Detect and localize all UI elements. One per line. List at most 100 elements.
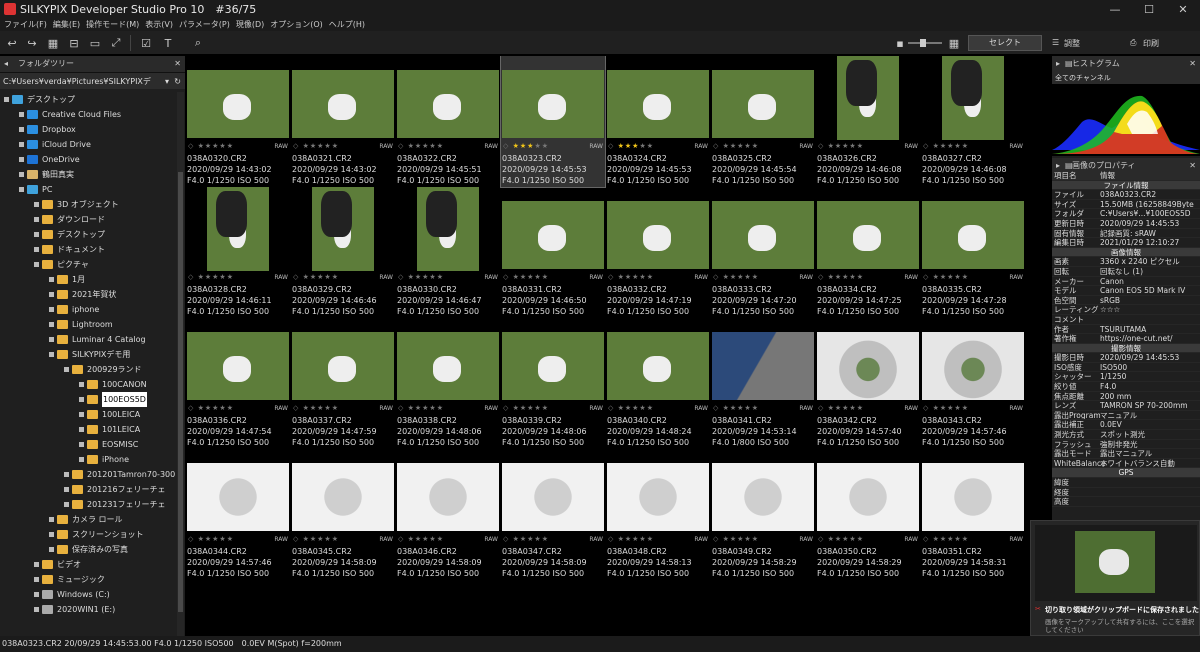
expand-toggle-icon[interactable] (34, 232, 39, 237)
expand-toggle-icon[interactable] (19, 112, 24, 117)
thumbnail-image[interactable] (187, 332, 289, 400)
expand-toggle-icon[interactable] (79, 412, 84, 417)
menu-file[interactable]: ファイル(F) (4, 18, 47, 31)
expand-toggle-icon[interactable] (64, 367, 69, 372)
thumbnail-image[interactable] (922, 332, 1024, 400)
thumbnail-cell[interactable]: ◇ ★★★★★ RAW 038A0338.CR2 2020/09/29 14:48:0… (396, 318, 500, 449)
rating-stars[interactable]: ◇ ★★★★★ (923, 273, 969, 281)
menu-mode[interactable]: 操作モード(M) (86, 18, 139, 31)
thumbnail-image[interactable] (397, 332, 499, 400)
expand-toggle-icon[interactable] (49, 532, 54, 537)
folder-tree-item[interactable]: iphone (49, 302, 99, 317)
rating-stars[interactable]: ◇ ★★★★★ (188, 535, 234, 543)
folder-tree-item[interactable]: Lightroom (49, 317, 113, 332)
rating-stars[interactable]: ◇ ★★★★★ (818, 404, 864, 412)
thumbnail-cell[interactable]: ◇ ★★★★★ RAW 038A0337.CR2 2020/09/29 14:47:5… (291, 318, 395, 449)
rating-stars[interactable]: ◇ ★★★★★ (608, 142, 654, 150)
rating-stars[interactable]: ◇ ★★★★★ (188, 404, 234, 412)
menu-help[interactable]: ヘルプ(H) (329, 18, 365, 31)
expand-toggle-icon[interactable] (19, 157, 24, 162)
channel-select[interactable]: 全てのチャンネル (1052, 72, 1200, 84)
rating-stars[interactable]: ◇ ★★★★★ (398, 142, 444, 150)
thumbnail-cell[interactable]: ◇ ★★★★★ RAW 038A0325.CR2 2020/09/29 14:45:5… (711, 56, 815, 187)
expand-toggle-icon[interactable] (49, 277, 54, 282)
collapse-icon[interactable]: ◂ (4, 56, 8, 72)
expand-icon[interactable]: ▸ (1056, 56, 1060, 72)
rating-stars[interactable]: ◇ ★★★★★ (293, 404, 339, 412)
rating-stars[interactable]: ◇ ★★★★★ (713, 273, 759, 281)
compare-view-icon[interactable]: ⊟ (66, 35, 82, 51)
rating-stars[interactable]: ◇ ★★★★★ (608, 404, 654, 412)
scrollbar-thumb[interactable] (178, 172, 183, 612)
expand-toggle-icon[interactable] (34, 217, 39, 222)
folder-tree-item[interactable]: ビデオ (34, 557, 81, 572)
folder-tree-item[interactable]: OneDrive (19, 152, 80, 167)
rating-stars[interactable]: ◇ ★★★★★ (713, 535, 759, 543)
slider-knob[interactable] (920, 39, 926, 47)
thumbnail-image[interactable] (607, 70, 709, 138)
path-dropdown-icon[interactable]: ▾ (165, 73, 169, 90)
print-icon[interactable]: ⎙ (1130, 38, 1136, 48)
folder-tree-item[interactable]: ドキュメント (34, 242, 105, 257)
thumbnail-image[interactable] (837, 56, 899, 140)
thumbnail-small-icon[interactable]: ▪ (892, 35, 908, 51)
expand-toggle-icon[interactable] (4, 97, 9, 102)
folder-tree-item[interactable]: 101LEICA (79, 422, 140, 437)
rating-stars[interactable]: ◇ ★★★★★ (818, 273, 864, 281)
expand-toggle-icon[interactable] (34, 247, 39, 252)
thumbnail-cell[interactable]: ◇ ★★★★★ RAW 038A0341.CR2 2020/09/29 14:53:1… (711, 318, 815, 449)
thumbnail-cell[interactable]: ◇ ★★★★★ RAW 038A0322.CR2 2020/09/29 14:45:5… (396, 56, 500, 187)
thumbnail-image[interactable] (502, 70, 604, 138)
expand-toggle-icon[interactable] (49, 547, 54, 552)
thumbnail-image[interactable] (292, 70, 394, 138)
minimize-button[interactable]: — (1098, 0, 1132, 18)
rating-stars[interactable]: ◇ ★★★★★ (503, 535, 549, 543)
folder-tree-item[interactable]: 100LEICA (79, 407, 140, 422)
expand-toggle-icon[interactable] (34, 577, 39, 582)
expand-toggle-icon[interactable] (79, 457, 84, 462)
expand-toggle-icon[interactable] (64, 502, 69, 507)
rating-stars[interactable]: ◇ ★★★★★ (188, 273, 234, 281)
thumbnail-cell[interactable]: ◇ ★★★★★ RAW 038A0331.CR2 2020/09/29 14:46:5… (501, 187, 605, 318)
rating-stars[interactable]: ◇ ★★★★★ (503, 273, 549, 281)
thumbnail-image[interactable] (712, 70, 814, 138)
menu-develop[interactable]: 現像(D) (236, 18, 264, 31)
thumbnail-cell[interactable]: ◇ ★★★★★ RAW 038A0329.CR2 2020/09/29 14:46:4… (291, 187, 395, 318)
close-button[interactable]: ✕ (1166, 0, 1200, 18)
rating-stars[interactable]: ◇ ★★★★★ (608, 535, 654, 543)
thumbnail-cell[interactable]: ◇ ★★★★★ RAW 038A0330.CR2 2020/09/29 14:46:4… (396, 187, 500, 318)
thumbnail-large-icon[interactable]: ▦ (946, 35, 962, 51)
thumbnail-cell[interactable]: ◇ ★★★★★ RAW 038A0339.CR2 2020/09/29 14:48:0… (501, 318, 605, 449)
refresh-icon[interactable]: ↻ (174, 73, 181, 90)
expand-toggle-icon[interactable] (34, 592, 39, 597)
rating-stars[interactable]: ◇ ★★★★★ (293, 535, 339, 543)
folder-tree-item[interactable]: 200929ランド (64, 362, 142, 377)
thumbnail-cell[interactable]: ◇ ★★★★★ RAW 038A0334.CR2 2020/09/29 14:47:2… (816, 187, 920, 318)
thumbnail-image[interactable] (942, 56, 1004, 140)
thumbnail-cell[interactable]: ◇ ★★★★★ RAW 038A0346.CR2 2020/09/29 14:58:0… (396, 449, 500, 580)
thumbnail-cell[interactable]: ◇ ★★★★★ RAW 038A0349.CR2 2020/09/29 14:58:2… (711, 449, 815, 580)
rating-stars[interactable]: ◇ ★★★★★ (398, 273, 444, 281)
snip-notification[interactable]: ✂ 切り取り領域がクリップボードに保存されました 画像をマークアップして共有する… (1030, 520, 1200, 636)
folder-tree-item[interactable]: Dropbox (19, 122, 76, 137)
thumbnail-cell[interactable]: ◇ ★★★★★ RAW 038A0342.CR2 2020/09/29 14:57:4… (816, 318, 920, 449)
rating-stars[interactable]: ◇ ★★★★★ (293, 273, 339, 281)
expand-toggle-icon[interactable] (34, 262, 39, 267)
folder-tree-item[interactable]: SILKYPIXデモ用 (49, 347, 130, 362)
expand-toggle-icon[interactable] (64, 472, 69, 477)
menu-edit[interactable]: 編集(E) (53, 18, 80, 31)
rating-stars[interactable]: ◇ ★★★★★ (713, 142, 759, 150)
histogram-close-icon[interactable]: ✕ (1189, 56, 1196, 72)
thumbnail-image[interactable] (607, 201, 709, 269)
thumbnail-image[interactable] (187, 463, 289, 531)
thumbnail-image[interactable] (417, 187, 479, 271)
thumbnail-cell[interactable]: ◇ ★★★★★ RAW 038A0323.CR2 2020/09/29 14:45:5… (500, 56, 606, 188)
folder-tree-scrollbar[interactable] (177, 92, 184, 636)
expand-toggle-icon[interactable] (49, 517, 54, 522)
rating-stars[interactable]: ◇ ★★★★★ (713, 404, 759, 412)
fullscreen-icon[interactable]: ⤢ (108, 35, 124, 51)
thumbnail-image[interactable] (312, 187, 374, 271)
folder-tree-item[interactable]: 201216フェリーチェ (64, 482, 166, 497)
adjust-button[interactable]: 調整 (1064, 38, 1080, 49)
panel-close-icon[interactable]: ✕ (174, 56, 181, 72)
